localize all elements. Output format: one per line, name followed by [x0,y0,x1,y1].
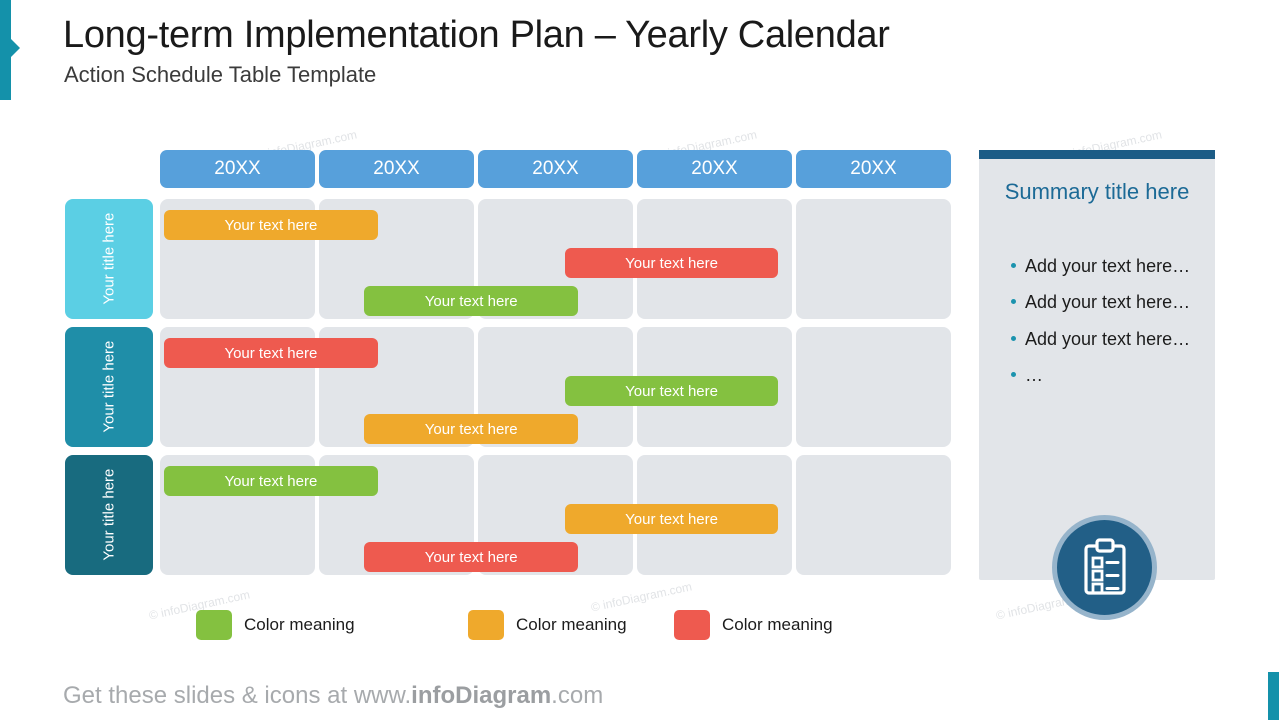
calendar-column-header[interactable]: 20XX [796,150,951,188]
footer-suffix: .com [551,682,604,709]
calendar-column-header-label: 20XX [691,158,738,179]
summary-list-item-text: Add your text here… [1025,256,1191,276]
bullet-dot-icon [1011,263,1016,268]
calendar-cell[interactable] [796,455,951,575]
calendar-row-label[interactable]: Your title here [65,199,153,319]
summary-bullet-list: Add your text here… Add your text here… Ad… [993,255,1201,401]
calendar-task-bar-label: Your text here [424,548,518,566]
calendar-row-label[interactable]: Your title here [65,327,153,447]
calendar-column-header-label: 20XX [532,158,579,179]
summary-list-item: Add your text here… [993,255,1201,278]
clipboard-checklist-icon [1052,515,1157,620]
calendar-task-bar-label: Your text here [224,344,318,362]
summary-title: Summary title here [1004,179,1190,204]
calendar-column-header[interactable]: 20XX [319,150,474,188]
calendar-task-bar-label: Your text here [224,216,318,234]
legend-item[interactable]: Color meaning [196,610,355,640]
calendar-task-bar[interactable]: Your text here [364,414,579,444]
summary-list-item: Add your text here… [993,328,1201,351]
calendar-row-label-text: Your title here [100,468,118,562]
calendar-row-label-text: Your title here [100,340,118,434]
calendar-task-bar[interactable]: Your text here [564,248,779,278]
calendar-task-bar-label: Your text here [424,292,518,310]
summary-list-item-text: Add your text here… [1025,328,1191,349]
calendar-column-header-label: 20XX [850,158,897,179]
legend-label: Color meaning [722,615,833,634]
calendar-task-bar[interactable]: Your text here [364,542,579,572]
legend-color-swatch [468,610,504,640]
calendar-column-header[interactable]: 20XX [160,150,315,188]
summary-list-item-text: Add your text here… [1025,292,1191,313]
legend-item[interactable]: Color meaning [674,610,833,640]
calendar-row-label-text: Your title here [100,212,118,306]
calendar-task-bar[interactable]: Your text here [364,286,579,316]
calendar-row-label[interactable]: Your title here [65,455,153,575]
calendar-task-bar[interactable]: Your text here [164,466,378,496]
calendar-task-bar-label: Your text here [424,420,518,438]
bullet-dot-icon [1011,372,1016,378]
footer-brand: infoDiagram [411,682,552,709]
left-accent-bar [0,0,11,100]
right-accent-bar [1268,672,1279,720]
calendar-task-bar-label: Your text here [625,510,718,528]
legend-item[interactable]: Color meaning [468,610,627,640]
summary-list-item: Add your text here… [993,291,1201,314]
legend-color-swatch [196,610,232,640]
color-legend: Color meaning Color meaning Color meaning [196,610,896,640]
legend-label: Color meaning [244,615,355,634]
legend-label: Color meaning [516,615,627,634]
calendar-task-bar-label: Your text here [224,472,318,490]
calendar-cell[interactable] [796,327,951,447]
calendar-column-header-label: 20XX [373,158,420,179]
calendar-task-bar[interactable]: Your text here [564,376,779,406]
page-title: Long-term Implementation Plan – Yearly C… [63,14,890,56]
calendar-column-header-label: 20XX [214,158,261,179]
summary-list-item: … [993,364,1201,387]
calendar-table: 20XX 20XX 20XX 20XX 20XX Your title here Your … [65,150,955,580]
calendar-task-bar[interactable]: Your text here [164,210,378,240]
calendar-task-bar[interactable]: Your text here [164,338,378,368]
left-accent-arrow-icon [11,39,20,57]
legend-color-swatch [674,610,710,640]
footer-prefix: Get these slides & icons at www. [63,682,412,709]
calendar-cell[interactable] [796,199,951,319]
footer-link[interactable]: Get these slides & icons at www.infoDiag… [63,682,603,710]
page-subtitle: Action Schedule Table Template [64,62,377,87]
calendar-task-bar[interactable]: Your text here [564,504,779,534]
calendar-column-header[interactable]: 20XX [637,150,792,188]
bullet-dot-icon [1011,335,1016,341]
calendar-column-header[interactable]: 20XX [478,150,633,188]
bullet-dot-icon [1011,299,1016,305]
calendar-task-bar-label: Your text here [625,254,718,272]
summary-panel-topbar [979,150,1215,159]
calendar-task-bar-label: Your text here [625,382,718,400]
summary-list-item-text: … [1025,365,1043,386]
